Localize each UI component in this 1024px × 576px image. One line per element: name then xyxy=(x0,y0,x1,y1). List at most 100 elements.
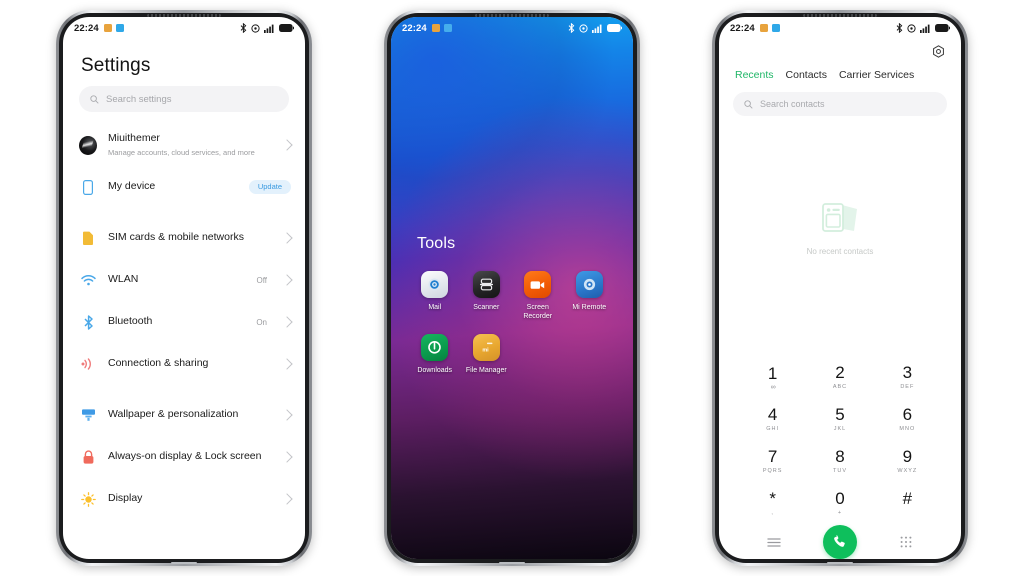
phone-home: 22:24 Tools Mail Scanner Screen Recorder… xyxy=(384,10,640,566)
battery-icon xyxy=(935,24,950,32)
key-letters: GHI xyxy=(766,426,780,432)
tab-contacts[interactable]: Contacts xyxy=(786,69,827,81)
sim-card-icon xyxy=(79,229,97,247)
key-number: * xyxy=(769,489,776,508)
menu-icon[interactable] xyxy=(765,533,783,551)
call-button[interactable] xyxy=(823,525,857,559)
key-letters: JKL xyxy=(833,426,847,432)
status-system-icons xyxy=(896,23,950,33)
blue-notification-icon xyxy=(771,24,780,32)
bluetooth-value: On xyxy=(256,317,267,327)
key-8[interactable]: 8 TUV xyxy=(806,444,873,479)
app-file-manager[interactable]: mi File Manager xyxy=(461,333,513,375)
account-subtitle: Manage accounts, cloud services, and mor… xyxy=(108,148,255,158)
chevron-right-icon xyxy=(281,274,293,286)
sidebar-item-wallpaper[interactable]: Wallpaper & personalization xyxy=(63,394,305,436)
page-title: Settings xyxy=(81,55,151,76)
key-2[interactable]: 2 ABC xyxy=(806,360,873,395)
key-number: 3 xyxy=(902,363,913,382)
key-letters: DEF xyxy=(900,384,915,390)
sidebar-item-account[interactable]: Miuithemer Manage accounts, cloud servic… xyxy=(63,124,305,166)
app-grid: Mail Scanner Screen Recorder Mi Remote D… xyxy=(391,271,633,375)
key-3[interactable]: 3 DEF xyxy=(874,360,941,395)
key-number: 8 xyxy=(835,447,845,466)
key-0[interactable]: 0 + xyxy=(806,486,873,521)
key-letters: TUV xyxy=(832,468,847,474)
chevron-right-icon xyxy=(281,232,293,244)
key-hash[interactable]: # xyxy=(874,486,941,521)
app-label: Downloads xyxy=(417,366,453,374)
empty-state-text: No recent contacts xyxy=(806,247,874,256)
chevron-right-icon xyxy=(281,316,293,328)
search-contacts-input[interactable]: Search contacts xyxy=(733,92,947,116)
update-badge[interactable]: Update xyxy=(248,180,291,194)
file-manager-app-icon: mi xyxy=(472,333,500,361)
app-mi-remote[interactable]: Mi Remote xyxy=(564,271,616,322)
account-name: Miuithemer xyxy=(108,132,160,145)
phone-dialer: 22:24 Recents Contacts Carrier Services … xyxy=(712,10,968,566)
key-1[interactable]: 1 ∞ xyxy=(739,360,806,395)
app-screen-recorder[interactable]: Screen Recorder xyxy=(512,271,564,322)
my-device-label: My device xyxy=(108,180,156,193)
sidebar-item-wlan[interactable]: WLAN Off xyxy=(63,259,305,301)
gear-icon[interactable] xyxy=(932,45,945,63)
connection-sharing-icon xyxy=(79,355,97,373)
bluetooth-icon xyxy=(240,23,247,33)
app-mail[interactable]: Mail xyxy=(409,271,461,322)
key-5[interactable]: 5 JKL xyxy=(806,402,873,437)
key-number: 6 xyxy=(902,405,913,424)
key-letters: PQRS xyxy=(762,468,783,474)
sidebar-item-display[interactable]: Display xyxy=(63,478,305,520)
alarm-icon xyxy=(579,23,588,33)
tab-carrier-services[interactable]: Carrier Services xyxy=(839,69,914,81)
sidebar-item-sim-cards[interactable]: SIM cards & mobile networks xyxy=(63,217,305,259)
home-screen: 22:24 Tools Mail Scanner Screen Recorder… xyxy=(391,17,633,559)
chin-indicator xyxy=(171,562,197,564)
key-number: 7 xyxy=(767,447,778,466)
key-letters: , xyxy=(771,510,774,516)
sidebar-item-bluetooth[interactable]: Bluetooth On xyxy=(63,301,305,343)
key-7[interactable]: 7 PQRS xyxy=(739,444,806,479)
scanner-app-icon xyxy=(472,271,500,298)
wifi-icon xyxy=(79,271,97,289)
signal-icon xyxy=(592,24,602,33)
sim-cards-label: SIM cards & mobile networks xyxy=(108,231,244,244)
dialpad: 1 ∞ 2 ABC 3 DEF 4 GHI 5 JKL 6 MNO 7 PQRS 8 TUV 9… xyxy=(719,354,961,559)
mail-app-icon xyxy=(421,271,449,298)
sidebar-item-lock-screen[interactable]: Always-on display & Lock screen xyxy=(63,436,305,478)
key-6[interactable]: 6 MNO xyxy=(874,402,941,437)
battery-icon xyxy=(607,24,622,32)
status-bar: 22:24 xyxy=(391,17,633,39)
alarm-icon xyxy=(251,23,260,33)
key-number: 0 xyxy=(835,489,845,508)
wallpaper-icon xyxy=(79,406,97,424)
chevron-right-icon xyxy=(281,358,293,370)
bluetooth-icon xyxy=(568,23,575,33)
key-9[interactable]: 9 WXYZ xyxy=(874,444,941,479)
app-label: Scanner xyxy=(473,304,500,311)
wlan-label: WLAN xyxy=(108,273,139,286)
tab-recents[interactable]: Recents xyxy=(735,69,774,81)
lock-icon xyxy=(79,448,97,466)
search-placeholder: Search contacts xyxy=(760,99,825,109)
key-4[interactable]: 4 GHI xyxy=(739,402,806,437)
app-scanner[interactable]: Scanner xyxy=(461,271,513,322)
sidebar-item-connection-sharing[interactable]: Connection & sharing xyxy=(63,343,305,385)
bluetooth-label: Bluetooth xyxy=(108,315,153,328)
svg-text:mi: mi xyxy=(482,347,489,353)
key-number: 9 xyxy=(902,447,913,466)
dialer-tabs: Recents Contacts Carrier Services xyxy=(733,65,947,81)
dialpad-grid-icon[interactable] xyxy=(897,533,915,551)
lock-screen-label: Always-on display & Lock screen xyxy=(108,450,262,463)
settings-list: Miuithemer Manage accounts, cloud servic… xyxy=(63,124,305,559)
earpiece-grille xyxy=(475,14,549,17)
key-star[interactable]: *, xyxy=(739,486,806,521)
status-notifications xyxy=(431,24,452,32)
battery-icon xyxy=(279,24,294,32)
alarm-icon xyxy=(907,23,916,33)
sidebar-item-my-device[interactable]: My device Update xyxy=(63,166,305,208)
orange-notification-icon xyxy=(759,24,768,32)
app-downloads[interactable]: Downloads xyxy=(409,333,461,375)
search-settings-input[interactable]: Search settings xyxy=(79,86,289,112)
status-time: 22:24 xyxy=(730,22,755,34)
